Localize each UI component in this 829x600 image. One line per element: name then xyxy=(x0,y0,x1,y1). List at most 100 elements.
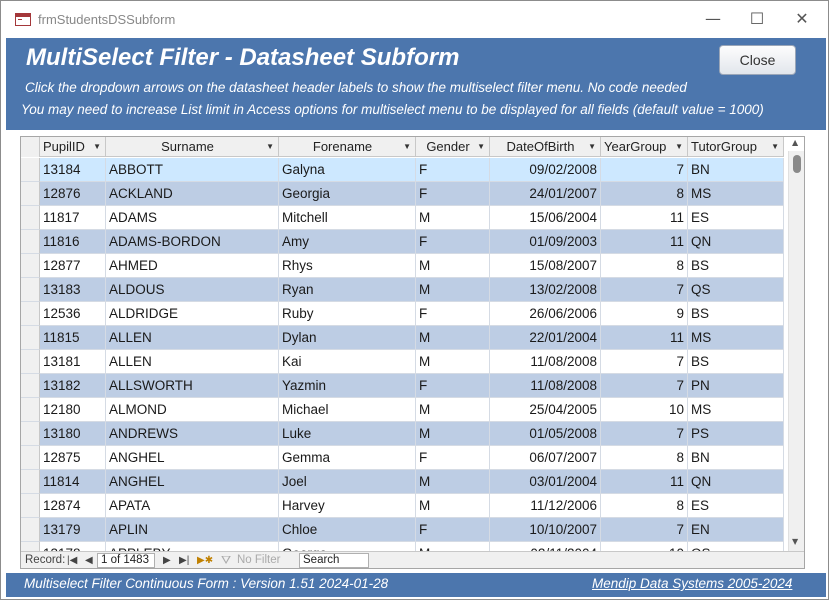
cell-gender[interactable]: M xyxy=(416,494,490,518)
cell-pupilid[interactable]: 12874 xyxy=(40,494,106,518)
cell-forename[interactable]: Georgia xyxy=(279,182,416,206)
cell-tutorgroup[interactable]: BS xyxy=(688,350,784,374)
table-row[interactable]: 13180 ANDREWS Luke M 01/05/2008 7 PS xyxy=(21,422,784,446)
cell-tutorgroup[interactable]: QN xyxy=(688,230,784,254)
cell-tutorgroup[interactable]: EN xyxy=(688,518,784,542)
cell-tutorgroup[interactable]: MS xyxy=(688,326,784,350)
scroll-thumb[interactable] xyxy=(793,155,801,173)
table-row[interactable]: 11814 ANGHEL Joel M 03/01/2004 11 QN xyxy=(21,470,784,494)
cell-yeargroup[interactable]: 8 xyxy=(601,182,688,206)
company-link[interactable]: Mendip Data Systems 2005-2024 xyxy=(592,576,792,591)
next-record-icon[interactable]: ▶ xyxy=(163,555,171,566)
cell-gender[interactable]: F xyxy=(416,518,490,542)
cell-pupilid[interactable]: 13179 xyxy=(40,518,106,542)
cell-gender[interactable]: M xyxy=(416,254,490,278)
cell-tutorgroup[interactable]: MS xyxy=(688,398,784,422)
cell-pupilid[interactable]: 12876 xyxy=(40,182,106,206)
cell-surname[interactable]: ANGHEL xyxy=(106,470,279,494)
cell-surname[interactable]: APATA xyxy=(106,494,279,518)
cell-tutorgroup[interactable]: ES xyxy=(688,206,784,230)
cell-gender[interactable]: M xyxy=(416,422,490,446)
cell-surname[interactable]: ABBOTT xyxy=(106,158,279,182)
table-row[interactable]: 12180 ALMOND Michael M 25/04/2005 10 MS xyxy=(21,398,784,422)
search-input[interactable]: Search xyxy=(299,553,369,568)
cell-gender[interactable]: F xyxy=(416,446,490,470)
cell-forename[interactable]: Gemma xyxy=(279,446,416,470)
cell-gender[interactable]: M xyxy=(416,398,490,422)
cell-forename[interactable]: Chloe xyxy=(279,518,416,542)
column-header-gender[interactable]: Gender ▼ xyxy=(416,137,490,157)
cell-pupilid[interactable]: 13183 xyxy=(40,278,106,302)
cell-pupilid[interactable]: 11814 xyxy=(40,470,106,494)
record-position-input[interactable]: 1 of 1483 xyxy=(97,553,155,568)
cell-dateofbirth[interactable]: 01/09/2003 xyxy=(490,230,601,254)
cell-yeargroup[interactable]: 7 xyxy=(601,350,688,374)
filter-dropdown-icon[interactable]: ▼ xyxy=(771,137,779,157)
cell-gender[interactable]: F xyxy=(416,182,490,206)
cell-dateofbirth[interactable]: 24/01/2007 xyxy=(490,182,601,206)
cell-pupilid[interactable]: 11817 xyxy=(40,206,106,230)
new-record-icon[interactable]: ▶✱ xyxy=(197,555,213,566)
minimize-button[interactable]: — xyxy=(703,9,723,29)
last-record-icon[interactable]: ▶| xyxy=(179,555,189,566)
table-row[interactable]: 11817 ADAMS Mitchell M 15/06/2004 11 ES xyxy=(21,206,784,230)
cell-surname[interactable]: ADAMS xyxy=(106,206,279,230)
select-all-corner[interactable] xyxy=(21,137,40,157)
cell-pupilid[interactable]: 13181 xyxy=(40,350,106,374)
cell-yeargroup[interactable]: 7 xyxy=(601,278,688,302)
filter-dropdown-icon[interactable]: ▼ xyxy=(477,137,485,157)
record-selector[interactable] xyxy=(21,446,40,470)
cell-dateofbirth[interactable]: 15/06/2004 xyxy=(490,206,601,230)
filter-dropdown-icon[interactable]: ▼ xyxy=(93,137,101,157)
vertical-scrollbar[interactable]: ▲ ▼ xyxy=(788,138,804,553)
cell-forename[interactable]: Harvey xyxy=(279,494,416,518)
column-header-forename[interactable]: Forename ▼ xyxy=(279,137,416,157)
cell-yeargroup[interactable]: 7 xyxy=(601,422,688,446)
cell-forename[interactable]: Yazmin xyxy=(279,374,416,398)
cell-yeargroup[interactable]: 10 xyxy=(601,398,688,422)
cell-dateofbirth[interactable]: 09/02/2008 xyxy=(490,158,601,182)
cell-dateofbirth[interactable]: 10/10/2007 xyxy=(490,518,601,542)
cell-surname[interactable]: ANGHEL xyxy=(106,446,279,470)
cell-gender[interactable]: M xyxy=(416,350,490,374)
record-selector[interactable] xyxy=(21,278,40,302)
cell-forename[interactable]: Ruby xyxy=(279,302,416,326)
cell-dateofbirth[interactable]: 25/04/2005 xyxy=(490,398,601,422)
record-selector[interactable] xyxy=(21,374,40,398)
record-selector[interactable] xyxy=(21,326,40,350)
cell-tutorgroup[interactable]: PN xyxy=(688,374,784,398)
cell-yeargroup[interactable]: 8 xyxy=(601,254,688,278)
cell-tutorgroup[interactable]: QN xyxy=(688,470,784,494)
cell-surname[interactable]: ALLSWORTH xyxy=(106,374,279,398)
cell-tutorgroup[interactable]: QS xyxy=(688,278,784,302)
cell-dateofbirth[interactable]: 11/08/2008 xyxy=(490,350,601,374)
record-selector[interactable] xyxy=(21,518,40,542)
cell-tutorgroup[interactable]: BN xyxy=(688,158,784,182)
record-selector[interactable] xyxy=(21,350,40,374)
record-selector[interactable] xyxy=(21,398,40,422)
table-row[interactable]: 12875 ANGHEL Gemma F 06/07/2007 8 BN xyxy=(21,446,784,470)
cell-dateofbirth[interactable]: 06/07/2007 xyxy=(490,446,601,470)
record-selector[interactable] xyxy=(21,302,40,326)
cell-dateofbirth[interactable]: 01/05/2008 xyxy=(490,422,601,446)
cell-gender[interactable]: M xyxy=(416,278,490,302)
cell-tutorgroup[interactable]: MS xyxy=(688,182,784,206)
filter-status[interactable]: No Filter xyxy=(237,554,280,566)
cell-pupilid[interactable]: 12875 xyxy=(40,446,106,470)
maximize-button[interactable]: ☐ xyxy=(747,9,767,29)
cell-surname[interactable]: ALLEN xyxy=(106,350,279,374)
record-selector[interactable] xyxy=(21,470,40,494)
record-selector[interactable] xyxy=(21,494,40,518)
cell-gender[interactable]: F xyxy=(416,158,490,182)
column-header-pupilid[interactable]: PupilID ▼ xyxy=(40,137,106,157)
cell-pupilid[interactable]: 13184 xyxy=(40,158,106,182)
table-row[interactable]: 12536 ALDRIDGE Ruby F 26/06/2006 9 BS xyxy=(21,302,784,326)
table-row[interactable]: 13181 ALLEN Kai M 11/08/2008 7 BS xyxy=(21,350,784,374)
filter-funnel-icon[interactable]: ⛛ xyxy=(221,553,231,568)
cell-pupilid[interactable]: 12536 xyxy=(40,302,106,326)
cell-surname[interactable]: ALDRIDGE xyxy=(106,302,279,326)
cell-pupilid[interactable]: 11816 xyxy=(40,230,106,254)
cell-tutorgroup[interactable]: PS xyxy=(688,422,784,446)
cell-yeargroup[interactable]: 7 xyxy=(601,374,688,398)
cell-surname[interactable]: ALDOUS xyxy=(106,278,279,302)
